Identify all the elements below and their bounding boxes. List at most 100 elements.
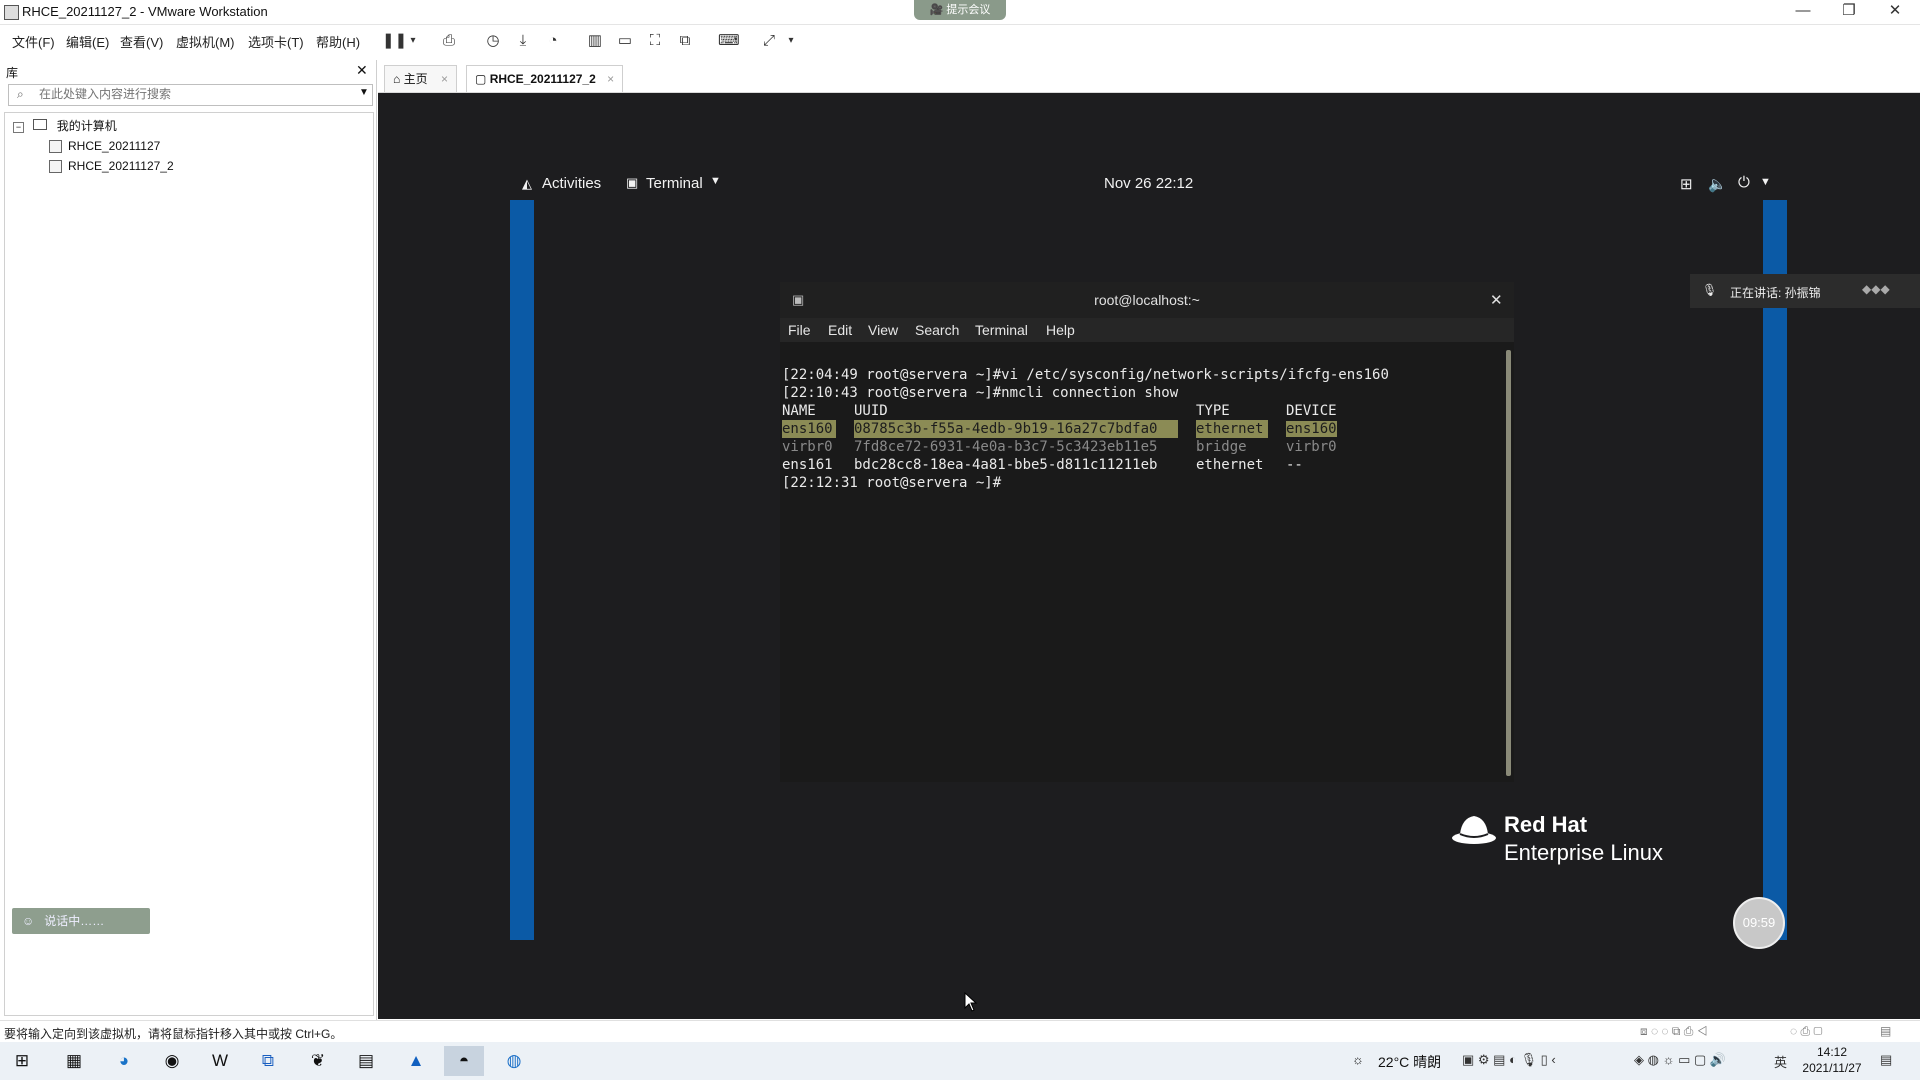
console-icon[interactable]: ⌨ — [718, 32, 740, 50]
fullscreen-icon[interactable]: ⛶ — [646, 32, 664, 50]
terminal-menu-search[interactable]: Search — [915, 322, 959, 338]
tab-home[interactable]: ⌂ 主页 × — [384, 65, 457, 92]
menu-file[interactable]: 文件(F) — [12, 32, 55, 51]
terminal-menu-file[interactable]: File — [788, 322, 811, 338]
cell-device: ens160 — [1286, 421, 1337, 437]
library-search[interactable]: ⌕ ▼ — [8, 84, 373, 106]
network-icon[interactable]: ⊞ — [1680, 175, 1693, 193]
chrome-icon[interactable]: ◉ — [152, 1046, 192, 1076]
photos-icon[interactable]: ▲ — [396, 1046, 436, 1076]
rhel-logo-line2: Enterprise Linux — [1504, 840, 1663, 865]
menu-help[interactable]: 帮助(H) — [316, 32, 360, 51]
terminal-title: root@localhost:~ — [1094, 292, 1200, 308]
thumbnail-bar-icon[interactable]: ▭ — [616, 32, 634, 50]
cell-uuid: bdc28cc8-18ea-4a81-bbe5-d811c11211eb — [854, 457, 1158, 473]
cell-type: ethernet — [1196, 420, 1268, 438]
terminal-menu-view[interactable]: View — [868, 322, 898, 338]
tab-bar: ⌂ 主页 × ▢ RHCE_20211127_2 × — [378, 62, 1920, 93]
library-panel: 库 ✕ ⌕ ▼ − 我的计算机 RHCE_20211127 RHCE_20211… — [0, 60, 377, 1020]
col-uuid-header: UUID — [854, 403, 888, 419]
start-icon[interactable]: ⊞ — [2, 1046, 42, 1076]
chevron-down-icon[interactable]: ▼ — [710, 175, 721, 187]
speaking-text: 正在讲话: 孙振锦 — [1730, 286, 1821, 300]
close-icon[interactable]: ✕ — [356, 62, 368, 79]
tree-item-vm1[interactable]: RHCE_20211127 — [49, 137, 160, 155]
send-ctrl-alt-del-icon[interactable]: ⎙ — [440, 32, 458, 50]
edge-icon[interactable]: ◕ — [104, 1046, 144, 1076]
close-icon[interactable]: ✕ — [1490, 291, 1503, 309]
search-input[interactable] — [9, 85, 349, 103]
revert-snapshot-icon[interactable]: ⤓ — [514, 32, 532, 50]
wps-icon[interactable]: W — [200, 1046, 240, 1076]
terminal-menu-help[interactable]: Help — [1046, 322, 1075, 338]
countdown-timer[interactable]: 09:59 — [1733, 897, 1785, 949]
terminal-prompt[interactable]: [22:12:31 root@servera ~]# — [782, 474, 1502, 492]
minimize-button[interactable]: — — [1780, 0, 1826, 24]
globe-icon[interactable]: ◍ — [494, 1046, 534, 1076]
taskbar-app-1[interactable]: ▦ — [54, 1046, 94, 1076]
close-icon[interactable]: × — [607, 72, 614, 86]
cell-name: ens161 — [782, 457, 833, 473]
tray-icons[interactable]: ▣ ⚙ ▤ ◐ 🎙 ▯ ‹ — [1462, 1052, 1556, 1068]
vmware-icon[interactable]: ⧉ — [248, 1046, 288, 1076]
menu-tabs[interactable]: 选项卡(T) — [248, 32, 304, 51]
bird-app-icon[interactable]: ❦ — [298, 1046, 338, 1076]
cell-device: -- — [1286, 457, 1303, 473]
table-header-row: NAME UUID TYPE DEVICE — [782, 402, 1502, 420]
vm-icon: ▢ — [475, 72, 487, 86]
file-explorer-icon[interactable]: ▤ — [346, 1046, 386, 1076]
vm-icon — [49, 140, 62, 154]
terminal-line: [22:04:49 root@servera ~]#vi /etc/syscon… — [782, 367, 1389, 383]
stretch-icon[interactable]: ⤢ — [760, 32, 778, 50]
meeting-app-icon[interactable]: ◓ — [444, 1046, 484, 1076]
tray-icons-2[interactable]: ◈ ◍ ☼ ▭ ▢ 🔊 — [1634, 1052, 1726, 1068]
gnome-clock[interactable]: Nov 26 22:12 — [1104, 175, 1193, 192]
activities-icon: ◭ — [522, 176, 532, 191]
close-icon[interactable]: × — [441, 72, 448, 86]
desktop-panel-left — [510, 200, 534, 940]
menu-bar: 文件(F) 编辑(E) 查看(V) 虚拟机(M) 选项卡(T) 帮助(H) ❚❚… — [0, 28, 1920, 52]
terminal-scrollbar[interactable] — [1506, 350, 1511, 776]
app-menu-terminal[interactable]: Terminal — [646, 175, 703, 192]
vm-icon — [49, 160, 62, 174]
user-icon: ☺ — [22, 914, 35, 928]
menu-view[interactable]: 查看(V) — [120, 32, 163, 51]
terminal-window[interactable]: ▣ root@localhost:~ ✕ File Edit View Sear… — [780, 282, 1514, 782]
chevron-down-icon[interactable]: ▼ — [1760, 176, 1771, 188]
terminal-menu-edit[interactable]: Edit — [828, 322, 852, 338]
computer-icon — [33, 119, 48, 130]
notification-icon[interactable]: ▤ — [1880, 1052, 1892, 1068]
pause-icon[interactable]: ❚❚ — [382, 32, 407, 50]
chevron-down-icon[interactable]: ▾ — [782, 32, 800, 50]
desktop-panel-right — [1763, 200, 1787, 940]
unity-icon[interactable]: ⧉ — [676, 32, 694, 50]
terminal-output[interactable]: [22:04:49 root@servera ~]#vi /etc/syscon… — [782, 348, 1502, 768]
snapshot-icon[interactable]: ◷ — [484, 32, 502, 50]
restore-button[interactable]: ❐ — [1826, 0, 1872, 24]
menu-vm[interactable]: 虚拟机(M) — [176, 32, 235, 51]
power-icon[interactable]: ⏻ — [1738, 174, 1750, 191]
redhat-hat-icon — [1452, 816, 1496, 844]
menu-edit[interactable]: 编辑(E) — [66, 32, 109, 51]
volume-icon[interactable]: 🔈 — [1708, 175, 1727, 193]
message-icon[interactable]: ▤ — [1880, 1024, 1891, 1038]
tree-root[interactable]: − 我的计算机 — [13, 117, 117, 135]
snapshot-manager-icon[interactable]: ◔ — [544, 32, 562, 50]
activities-button[interactable]: Activities — [542, 175, 601, 192]
taskbar-clock[interactable]: 14:12 2021/11/27 — [1792, 1044, 1872, 1076]
close-button[interactable]: ✕ — [1872, 0, 1918, 24]
chevron-down-icon[interactable]: ▼ — [359, 87, 369, 98]
collapse-icon[interactable]: − — [13, 122, 24, 133]
table-row: ens161 bdc28cc8-18ea-4a81-bbe5-d811c11211… — [782, 456, 1502, 474]
meeting-indicator[interactable]: 🎥 提示会议 — [914, 0, 1006, 20]
tree-item-vm2[interactable]: RHCE_20211127_2 — [49, 157, 174, 175]
show-library-icon[interactable]: ▥ — [586, 32, 604, 50]
cell-type: ethernet — [1196, 457, 1264, 473]
chevron-down-icon[interactable]: ▾ — [404, 32, 422, 50]
terminal-menu-terminal[interactable]: Terminal — [975, 322, 1028, 338]
clock-time: 14:12 — [1816, 1045, 1848, 1059]
vmware-app-icon — [4, 5, 19, 20]
weather-text[interactable]: 22°C 晴朗 — [1378, 1052, 1441, 1072]
ime-indicator[interactable]: 英 — [1774, 1052, 1787, 1071]
tab-vm[interactable]: ▢ RHCE_20211127_2 × — [466, 65, 624, 92]
